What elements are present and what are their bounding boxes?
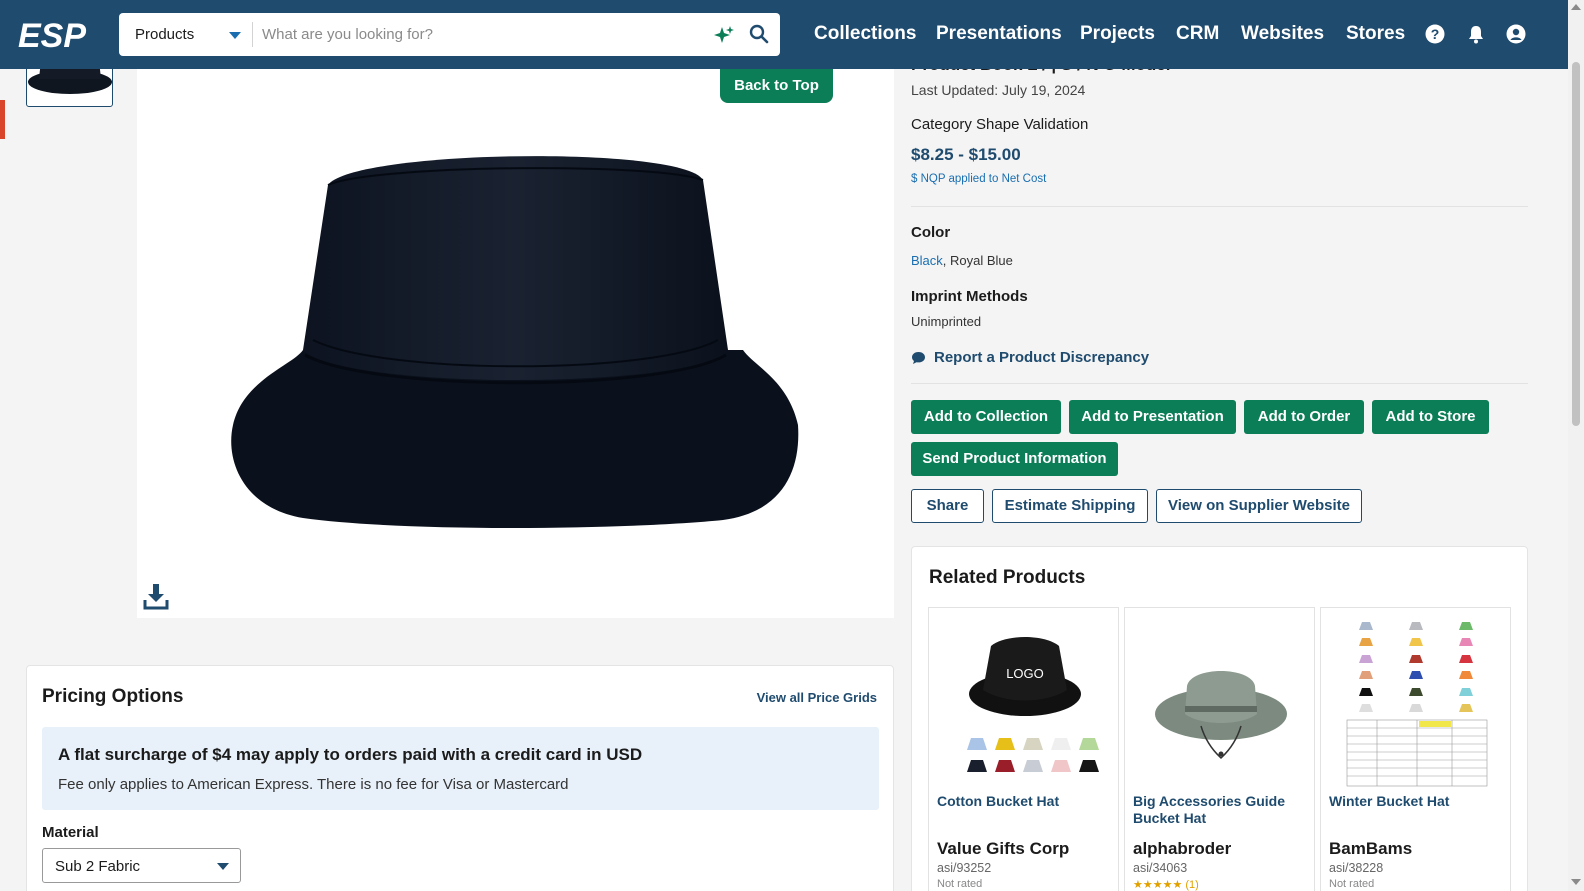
ai-sparkle-icon[interactable] [713,24,735,46]
notice-body: Fee only applies to American Express. Th… [58,776,569,793]
related-product-supplier: BamBams [1329,839,1413,858]
scroll-down-arrow-icon[interactable] [1571,879,1581,885]
add-to-store-button[interactable]: Add to Store [1372,400,1489,434]
material-select[interactable]: Sub 2 Fabric [42,848,241,883]
nav-stores[interactable]: Stores [1346,23,1405,45]
download-icon[interactable] [143,582,169,610]
related-product-card[interactable]: Big Accessories Guide Bucket Hat alphabr… [1124,607,1315,891]
bucket-hat-product-image[interactable] [223,140,808,540]
color-link-black[interactable]: Black [911,253,943,268]
top-navigation-bar: ESP Products Collections Presentations P… [0,0,1568,69]
chevron-down-icon[interactable] [229,30,241,40]
add-to-collection-button[interactable]: Add to Collection [911,400,1061,434]
bell-icon[interactable] [1466,24,1486,44]
search-bar: Products [119,13,780,56]
svg-text:ESP: ESP [18,17,86,54]
feedback-tab[interactable] [0,100,5,139]
report-discrepancy-label: Report a Product Discrepancy [934,349,1150,366]
related-product-rating: Not rated [1329,878,1375,890]
share-button[interactable]: Share [911,489,984,523]
related-product-supplier: Value Gifts Corp [937,839,1070,858]
related-product-asi: asi/38228 [1329,861,1384,875]
boonie-bucket-hat-image [1155,671,1287,760]
chevron-down-icon [217,863,229,870]
cotton-bucket-hat-image: LOGO [967,637,1099,772]
related-products-panel: Related Products LOGO Cotton Bucket Hat … [911,546,1528,891]
divider [911,206,1528,207]
report-discrepancy-link[interactable]: Report a Product Discrepancy [911,349,1149,366]
color-label: Color [911,224,951,241]
related-product-supplier: alphabroder [1133,839,1232,858]
imprint-methods-label: Imprint Methods [911,288,1028,305]
nav-websites[interactable]: Websites [1241,23,1324,45]
search-input[interactable] [262,21,702,48]
nav-collections[interactable]: Collections [814,23,916,45]
view-on-supplier-website-button[interactable]: View on Supplier Website [1156,489,1362,523]
related-product-asi: asi/93252 [937,861,992,875]
chat-bubble-icon [912,351,925,364]
add-to-presentation-button[interactable]: Add to Presentation [1069,400,1236,434]
view-all-price-grids-link[interactable]: View all Price Grids [757,690,877,705]
divider [911,383,1528,384]
related-product-rating: ★★★★★ (1) [1133,879,1199,891]
notice-heading: A flat surcharge of $4 may apply to orde… [58,745,643,764]
related-product-rating: Not rated [937,878,983,890]
search-divider [252,22,253,47]
pricing-options-title: Pricing Options [42,686,184,707]
imprint-methods-value: Unimprinted [911,314,982,329]
svg-text:?: ? [1431,26,1440,42]
credit-card-surcharge-notice: A flat surcharge of $4 may apply to orde… [42,727,879,810]
winter-bucket-hat-image [1345,616,1489,788]
scroll-up-arrow-icon[interactable] [1571,4,1581,10]
material-selected-value: Sub 2 Fabric [55,858,141,875]
account-icon[interactable] [1506,24,1526,44]
price-range: $8.25 - $15.00 [911,145,1021,164]
help-icon[interactable]: ? [1425,24,1445,44]
pricing-options-panel: Pricing Options View all Price Grids A f… [26,665,894,891]
related-product-card[interactable]: LOGO Cotton Bucket Hat Value Gifts Corp … [928,607,1119,891]
page-scrollbar[interactable] [1568,0,1584,891]
last-updated: Last Updated: July 19, 2024 [911,82,1086,98]
nav-crm[interactable]: CRM [1176,23,1219,45]
estimate-shipping-button[interactable]: Estimate Shipping [992,489,1148,523]
related-product-asi: asi/34063 [1133,861,1188,875]
related-product-name[interactable]: Big Accessories Guide Bucket Hat [1133,793,1308,827]
material-label: Material [42,824,99,841]
nav-projects[interactable]: Projects [1080,23,1155,45]
related-products-title: Related Products [929,567,1086,588]
color-values: Black, Royal Blue [911,253,1013,268]
scrollbar-thumb[interactable] [1572,62,1580,426]
logo-placeholder-text: LOGO [1006,666,1044,681]
related-product-card[interactable]: Winter Bucket Hat BamBams asi/38228 Not … [1320,607,1511,891]
color-values-rest: , Royal Blue [942,253,1013,268]
back-to-top-button[interactable]: Back to Top [720,69,833,103]
esp-logo[interactable]: ESP [18,14,102,54]
related-product-name[interactable]: Cotton Bucket Hat [937,793,1112,810]
category-shape: Category Shape Validation [911,116,1089,133]
add-to-order-button[interactable]: Add to Order [1244,400,1364,434]
search-icon[interactable] [749,24,769,44]
nqp-note[interactable]: $ NQP applied to Net Cost [911,173,1046,185]
send-product-information-button[interactable]: Send Product Information [911,442,1118,476]
nav-presentations[interactable]: Presentations [936,23,1062,45]
related-product-name[interactable]: Winter Bucket Hat [1329,793,1504,810]
search-scope-select[interactable]: Products [135,26,194,43]
